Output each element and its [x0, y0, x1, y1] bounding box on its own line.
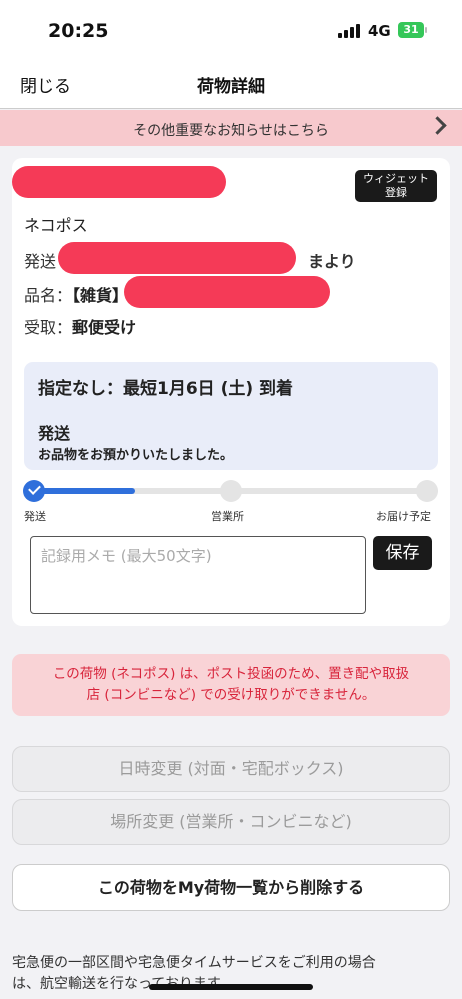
stage-label-delivery: お届け予定 [376, 510, 431, 523]
item-label: 品名： [24, 286, 73, 305]
network-type: 4G [368, 22, 391, 40]
redacted-tracking-number [12, 166, 226, 198]
status-description: お品物をお預かりいたしました。 [38, 448, 234, 463]
warning-line-2: 店 (コンビニなど) での受け取りができません。 [86, 687, 376, 703]
service-name: ネコポス [24, 216, 88, 235]
battery-tip [425, 27, 427, 33]
change-place-button[interactable]: 場所変更 (営業所・コンビニなど) [12, 799, 450, 845]
item-value: 【雑貨】 [72, 286, 129, 305]
warning-line-1: この荷物 (ネコポス) は、ポスト投函のため、置き配や取扱 [52, 666, 410, 682]
redacted-sender-name [58, 242, 296, 274]
sender-suffix: まより [308, 252, 356, 271]
stage-dot-shipped [23, 480, 45, 502]
delivery-status-box: 指定なし：最短1月6日 (土) 到着 発送 お品物をお預かりいたしました。 [24, 362, 438, 470]
receipt-value: 郵便受け [72, 318, 137, 337]
change-time-button[interactable]: 日時変更 (対面・宅配ボックス) [12, 746, 450, 792]
footer-line-1: 宅急便の一部区間や宅急便タイムサービスをご利用の場合 [12, 955, 376, 971]
nav-bar: 閉じる 荷物詳細 [0, 58, 462, 109]
important-notice-banner[interactable]: その他重要なお知らせはこちら [0, 110, 462, 146]
stage-dot-delivery [416, 480, 438, 502]
status-time: 20:25 [48, 20, 109, 42]
status-bar: 20:25 4G 31 [0, 0, 462, 58]
stage-label-office: 営業所 [211, 510, 244, 523]
progress-fill [34, 488, 135, 494]
memo-input[interactable] [30, 536, 366, 614]
sender-label: 発送 [24, 252, 57, 271]
stage-label-shipped: 発送 [24, 510, 46, 523]
delivery-warning: この荷物 (ネコポス) は、ポスト投函のため、置き配や取扱 店 (コンビニなど)… [12, 654, 450, 716]
item-row: 品名：【雑貨】 [24, 282, 128, 306]
package-card: ウィジェット 登録 ネコポス 発送 まより 品名：【雑貨】 受取：郵便受け 指定… [12, 158, 450, 626]
signal-icon [338, 24, 360, 38]
status-title: 発送 [38, 424, 71, 443]
receipt-label: 受取： [24, 318, 73, 337]
stage-dot-office [220, 480, 242, 502]
close-button[interactable]: 閉じる [20, 72, 71, 97]
battery-icon: 31 [398, 22, 424, 38]
estimated-arrival: 指定なし：最短1月6日 (土) 到着 [38, 379, 294, 399]
home-indicator[interactable] [149, 984, 313, 990]
notice-text: その他重要なお知らせはこちら [133, 123, 329, 139]
receipt-row: 受取：郵便受け [24, 314, 136, 338]
sender-row: 発送 [24, 248, 56, 272]
delete-from-list-button[interactable]: この荷物をMy荷物一覧から削除する [12, 864, 450, 911]
widget-register-button[interactable]: ウィジェット 登録 [355, 170, 437, 202]
redacted-item-name [124, 276, 330, 308]
save-button[interactable]: 保存 [373, 536, 432, 570]
